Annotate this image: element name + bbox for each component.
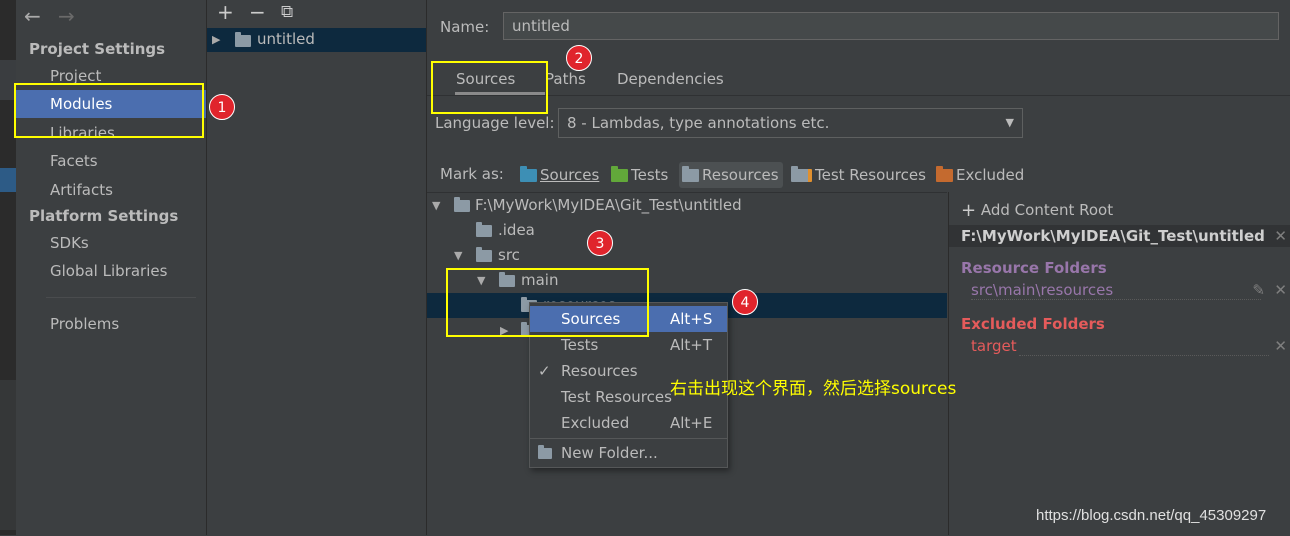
menu-item-new-folder[interactable]: New Folder...: [530, 440, 727, 466]
annotation-note: 右击出现这个界面，然后选择sources: [670, 379, 957, 399]
checkmark-icon: ✓: [538, 362, 551, 380]
annotation-badge-4: 4: [732, 289, 758, 315]
mark-tests-label: Tests: [631, 166, 669, 184]
mark-tests-button[interactable]: Tests: [611, 162, 668, 188]
excluded-folder-path: target: [971, 337, 1017, 355]
close-icon[interactable]: ✕: [1274, 337, 1287, 355]
tests-folder-icon: [611, 165, 628, 182]
remove-module-icon[interactable]: −: [249, 0, 266, 24]
watermark: https://blog.csdn.net/qq_45309297: [1036, 507, 1267, 524]
mark-test-resources-button[interactable]: Test Resources: [791, 162, 926, 188]
menu-item-shortcut: Alt+E: [670, 414, 713, 432]
close-icon[interactable]: ✕: [1274, 281, 1287, 299]
dotted-leader: [1019, 355, 1269, 356]
add-content-root-label: Add Content Root: [980, 201, 1114, 219]
nav-divider: [46, 297, 196, 298]
add-module-icon[interactable]: +: [217, 0, 234, 24]
strip-highlight: [0, 168, 16, 192]
nav-item-facets[interactable]: Facets: [16, 147, 206, 175]
content-root-header: F:\MyWork\MyIDEA\Git_Test\untitled ✕: [949, 225, 1290, 247]
collapse-arrow-icon[interactable]: ▼: [432, 193, 440, 218]
chevron-down-icon: ▼: [1005, 116, 1014, 129]
plus-icon: +: [961, 200, 977, 221]
nav-item-sdks[interactable]: SDKs: [16, 229, 206, 257]
mark-resources-label: Resources: [702, 166, 779, 184]
folder-icon: [454, 197, 470, 212]
excluded-folder-icon: [936, 165, 953, 182]
menu-divider: [530, 438, 727, 439]
new-folder-icon: [538, 445, 552, 459]
modules-pane: + − ⧉ ▶ untitled: [207, 0, 427, 535]
dotted-leader: [971, 299, 1261, 300]
tree-idea-label: .idea: [498, 221, 535, 239]
mark-resources-button[interactable]: Resources: [679, 162, 783, 188]
language-level-select[interactable]: 8 - Lambdas, type annotations etc. ▼: [558, 108, 1023, 138]
menu-item-label: Resources: [561, 362, 638, 380]
settings-nav-pane: ← → Project Settings Project Modules Lib…: [16, 0, 207, 535]
mark-excluded-button[interactable]: Excluded: [936, 162, 1024, 188]
mark-excluded-label: Excluded: [956, 166, 1025, 184]
module-name: untitled: [257, 30, 315, 48]
folder-icon: [476, 247, 492, 262]
tab-divider: [427, 95, 1290, 96]
annotation-badge-2: 2: [566, 45, 592, 71]
mark-test-resources-label: Test Resources: [815, 166, 926, 184]
annotation-highlight-sources-tab: [431, 61, 548, 114]
forward-arrow-icon[interactable]: →: [58, 4, 75, 28]
copy-module-icon[interactable]: ⧉: [281, 2, 293, 22]
tree-src-label: src: [498, 246, 520, 264]
menu-item-label: Test Resources: [561, 388, 672, 406]
menu-item-excluded[interactable]: Excluded Alt+E: [530, 410, 727, 436]
folder-icon: [476, 222, 492, 237]
annotation-highlight-modules: [14, 83, 204, 138]
edit-pencil-icon[interactable]: ✎: [1252, 281, 1265, 299]
language-level-value: 8 - Lambdas, type annotations etc.: [567, 114, 830, 132]
mark-sources-label: Sources: [540, 166, 600, 184]
name-label: Name:: [440, 18, 490, 36]
excluded-folders-heading: Excluded Folders: [961, 315, 1105, 333]
module-name-input[interactable]: untitled: [503, 12, 1279, 40]
module-row-untitled[interactable]: ▶ untitled: [207, 28, 426, 52]
tree-row-idea[interactable]: .idea: [427, 218, 947, 243]
tab-dependencies[interactable]: Dependencies: [617, 68, 724, 96]
module-folder-icon: [235, 32, 251, 47]
annotation-badge-1: 1: [209, 94, 235, 120]
menu-item-shortcut: Alt+T: [670, 336, 713, 354]
collapse-arrow-icon[interactable]: ▼: [454, 243, 462, 268]
resources-folder-icon: [682, 165, 699, 182]
nav-item-global-libraries[interactable]: Global Libraries: [16, 257, 206, 285]
annotation-highlight-main-folder: [446, 268, 649, 337]
tab-paths[interactable]: Paths: [545, 68, 586, 96]
add-content-root-button[interactable]: + Add Content Root: [961, 200, 1113, 221]
content-root-path: F:\MyWork\MyIDEA\Git_Test\untitled: [961, 227, 1265, 245]
platform-settings-heading: Platform Settings: [29, 207, 179, 225]
menu-item-label: Excluded: [561, 414, 630, 432]
content-root-pane: + Add Content Root F:\MyWork\MyIDEA\Git_…: [948, 192, 1290, 535]
background-window-strip: [0, 0, 16, 535]
tree-root-label: F:\MyWork\MyIDEA\Git_Test\untitled: [475, 196, 742, 214]
back-arrow-icon[interactable]: ←: [24, 4, 41, 28]
nav-item-problems[interactable]: Problems: [16, 310, 206, 338]
test-resources-folder-icon: [791, 165, 812, 182]
annotation-badge-3: 3: [587, 230, 613, 256]
close-icon[interactable]: ✕: [1274, 227, 1287, 245]
tree-row-src[interactable]: ▼ src: [427, 243, 947, 268]
menu-item-label: New Folder...: [561, 444, 658, 462]
mark-sources-button[interactable]: Sources: [520, 162, 599, 188]
project-settings-heading: Project Settings: [29, 40, 166, 58]
resource-folders-heading: Resource Folders: [961, 259, 1107, 277]
nav-item-artifacts[interactable]: Artifacts: [16, 176, 206, 204]
mark-as-label: Mark as:: [440, 165, 504, 183]
menu-item-shortcut: Alt+S: [670, 310, 713, 328]
sources-folder-icon: [520, 165, 537, 182]
tree-row-root[interactable]: ▼ F:\MyWork\MyIDEA\Git_Test\untitled: [427, 193, 947, 218]
resource-folder-path: src\main\resources: [971, 281, 1114, 299]
strip-block: [0, 380, 16, 530]
expand-arrow-icon[interactable]: ▶: [212, 33, 220, 46]
language-level-label: Language level:: [435, 114, 555, 132]
